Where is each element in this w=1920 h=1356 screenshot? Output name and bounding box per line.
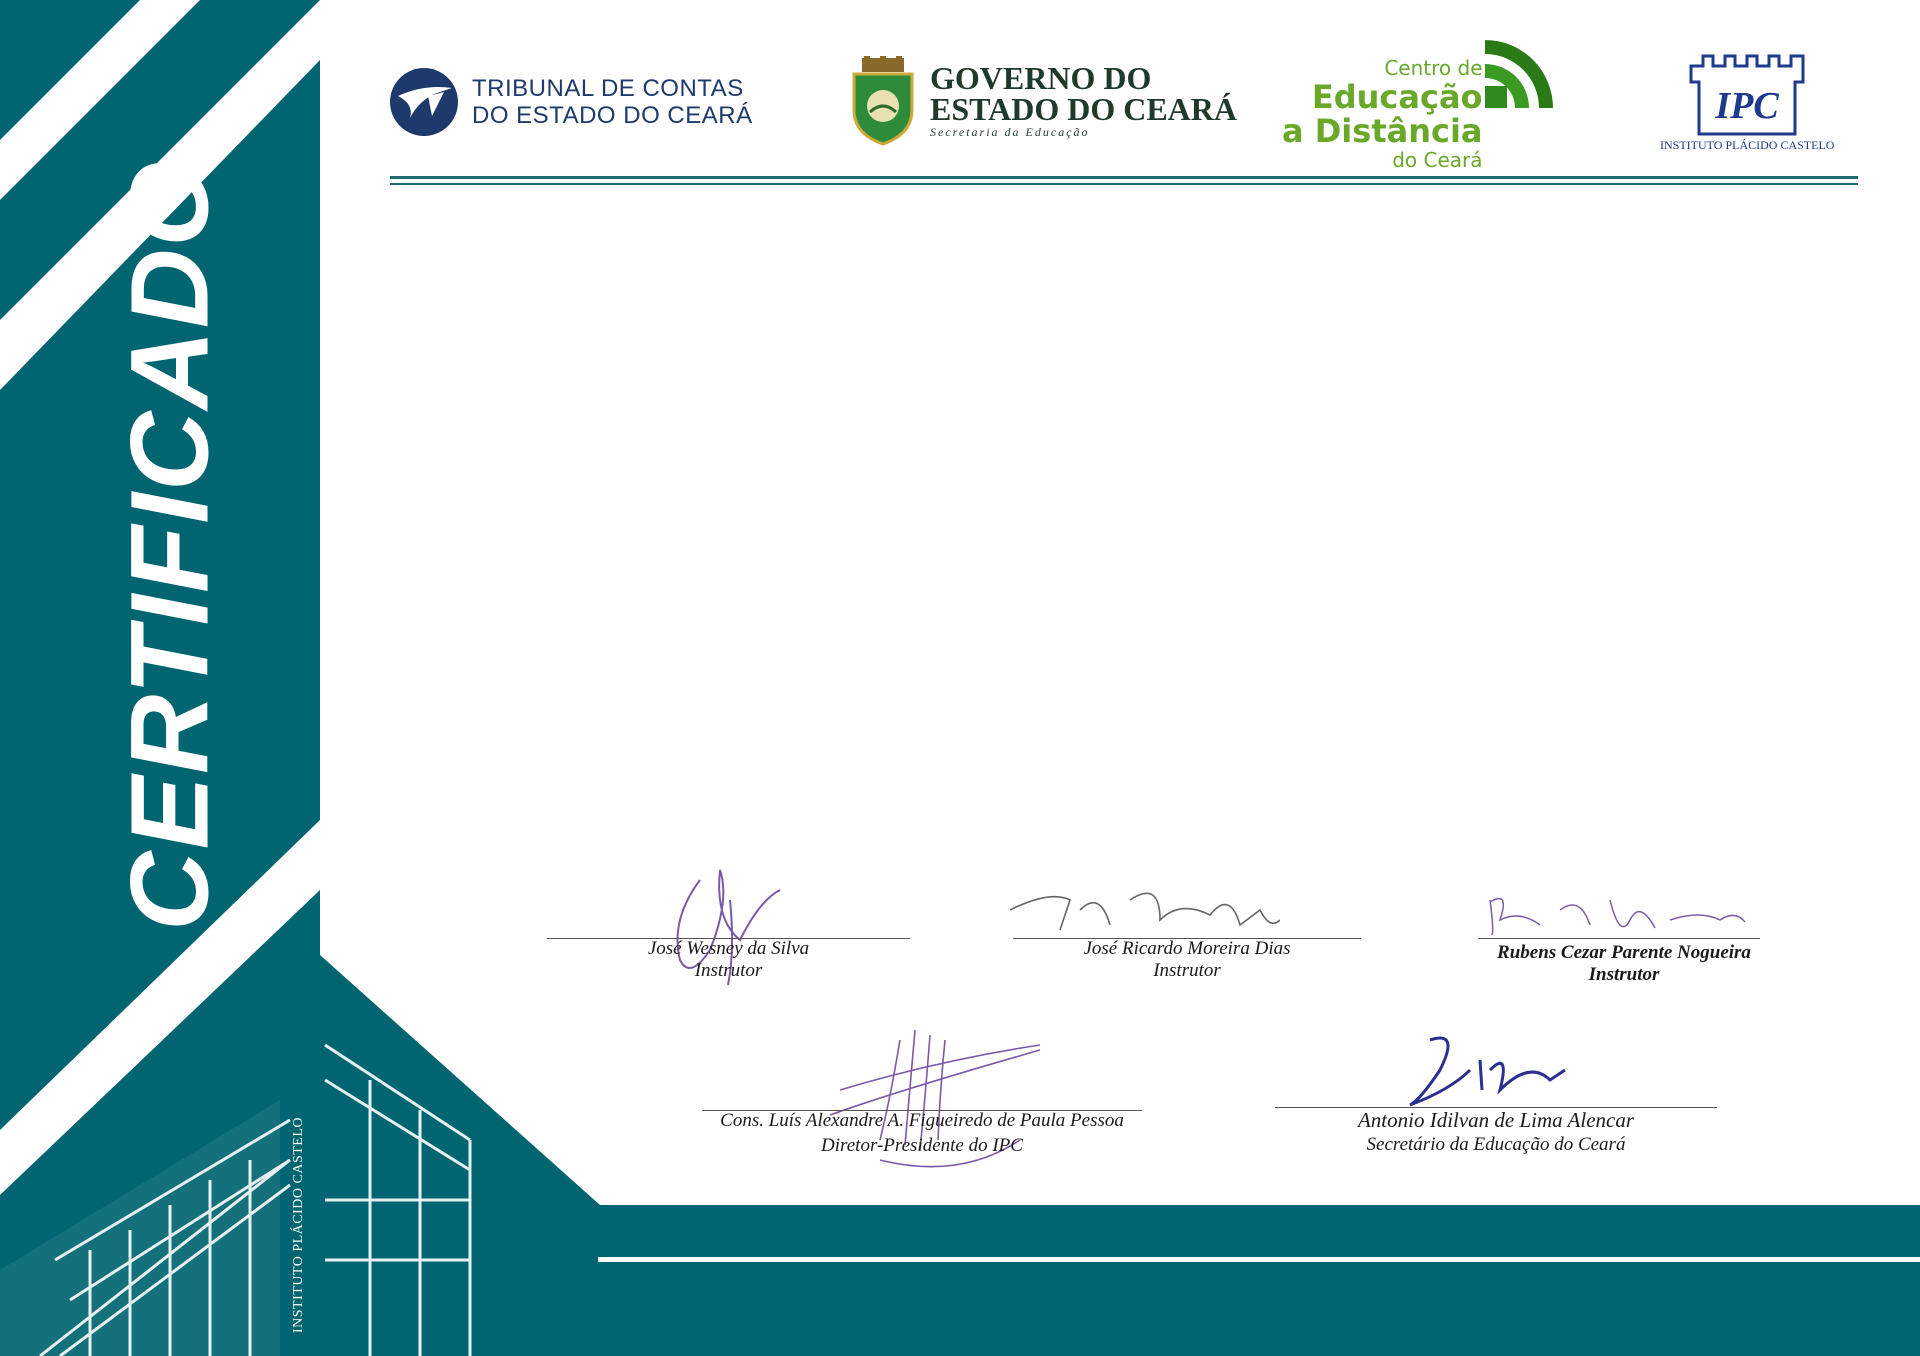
institute-vertical-label: INSTITUTO PLÁCIDO CASTELO bbox=[291, 1116, 306, 1334]
ipc-monogram: IPC bbox=[1715, 85, 1780, 127]
signature-role-4: Diretor-Presidente do IPC bbox=[821, 1135, 1023, 1156]
ced-line1: Centro de bbox=[1384, 56, 1483, 80]
ceara-coat-of-arms-icon bbox=[852, 56, 914, 146]
signature-role-5: Secretário da Educação do Ceará bbox=[1366, 1134, 1626, 1155]
signature-line-3 bbox=[1478, 938, 1760, 939]
ipc-logo: IPC INSTITUTO PLÁCIDO CASTELO bbox=[1660, 52, 1834, 153]
governo-logo: GOVERNO DO ESTADO DO CEARÁ Secretaria da… bbox=[850, 56, 1237, 146]
signature-name-4: Cons. Luís Alexandre A. Figueiredo de Pa… bbox=[720, 1110, 1124, 1131]
tce-logo: TRIBUNAL DE CONTAS DO ESTADO DO CEARÁ bbox=[388, 66, 753, 138]
signature-scribble-3 bbox=[1489, 897, 1746, 936]
signature-role-1: Instrutor bbox=[694, 960, 763, 981]
signature-role-3: Instrutor bbox=[1588, 964, 1660, 985]
governo-line2: ESTADO DO CEARÁ bbox=[930, 90, 1237, 127]
header-rule-top bbox=[390, 176, 1858, 179]
tce-line1: TRIBUNAL DE CONTAS bbox=[472, 75, 744, 102]
ced-line4: do Ceará bbox=[1392, 148, 1483, 172]
wireless-signal-icon bbox=[1484, 40, 1553, 108]
header-rule-bottom bbox=[390, 183, 1858, 185]
signature-scribble-2 bbox=[1010, 892, 1280, 931]
certificate-title: CERTIFICADO bbox=[108, 159, 232, 931]
signature-role-2: Instrutor bbox=[1153, 960, 1221, 981]
governo-line1: GOVERNO DO bbox=[930, 59, 1152, 96]
ipc-caption: INSTITUTO PLÁCIDO CASTELO bbox=[1660, 138, 1835, 152]
signature-name-2: José Ricardo Moreira Dias bbox=[1083, 938, 1291, 959]
ced-line2: Educação bbox=[1311, 78, 1483, 116]
signature-name-5: Antonio Idilvan de Lima Alencar bbox=[1357, 1108, 1635, 1132]
ced-logo: Centro de Educação a Distância do Ceará bbox=[1282, 36, 1563, 172]
castle-tower-icon: IPC bbox=[1689, 54, 1805, 136]
signature-scribble-5 bbox=[1409, 1036, 1566, 1107]
ced-line3: a Distância bbox=[1282, 112, 1483, 150]
governo-sub: Secretaria da Educação bbox=[930, 124, 1090, 139]
signature-name-3: Rubens Cezar Parente Nogueira bbox=[1497, 942, 1751, 963]
tce-emblem-icon bbox=[390, 68, 458, 136]
tce-line2: DO ESTADO DO CEARÁ bbox=[472, 102, 753, 129]
signature-name-1: José Wesney da Silva bbox=[647, 938, 810, 959]
